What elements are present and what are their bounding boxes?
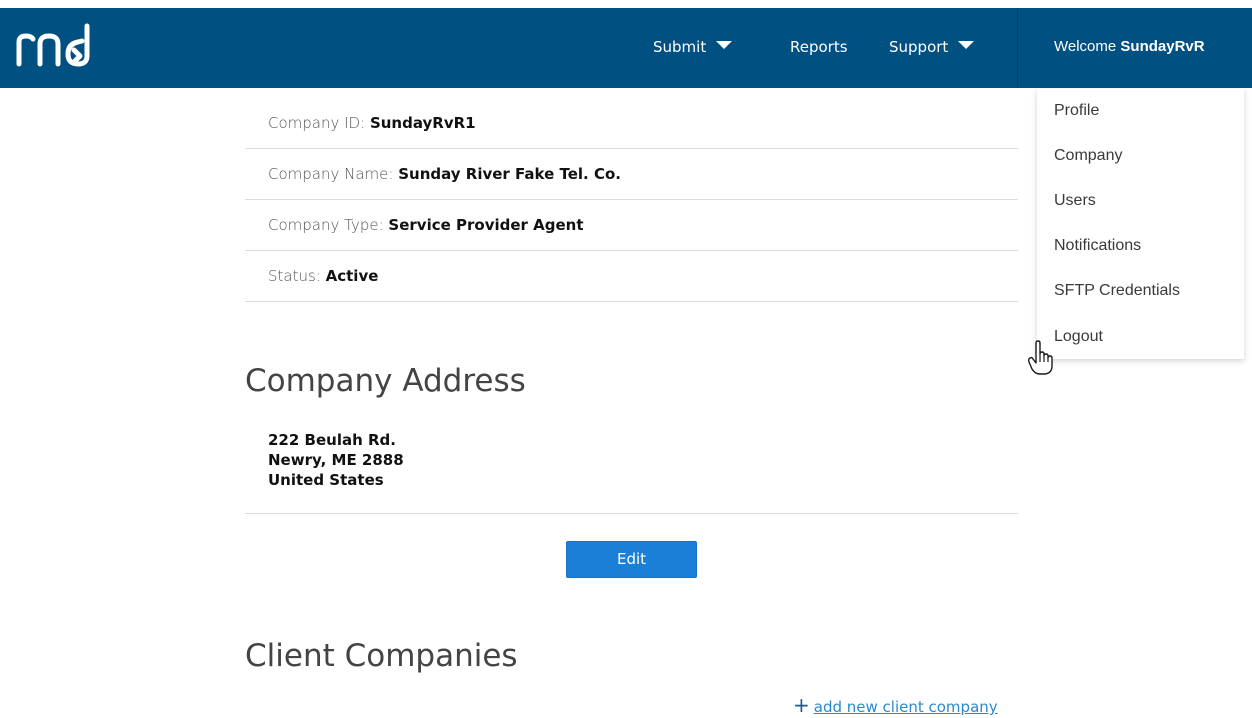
- menu-item-profile[interactable]: Profile: [1054, 100, 1099, 122]
- company-id-value: SundayRvR1: [369, 114, 476, 132]
- nav-reports[interactable]: Reports: [790, 36, 848, 58]
- plus-icon: +: [793, 693, 810, 717]
- hand-pointer-cursor-icon: [1027, 340, 1053, 375]
- user-dropdown-menu: Profile Company Users Notifications SFTP…: [1037, 89, 1244, 359]
- company-type-value: Service Provider Agent: [388, 216, 584, 234]
- status-label: Status:: [268, 267, 321, 285]
- client-companies-heading: Client Companies: [245, 638, 518, 674]
- menu-item-company[interactable]: Company: [1054, 145, 1122, 167]
- nav-reports-label: Reports: [790, 38, 848, 56]
- add-client-company-label: add new client company: [813, 698, 998, 716]
- company-address: 222 Beulah Rd. Newry, ME 2888 United Sta…: [268, 430, 404, 490]
- company-id-label: Company ID:: [268, 114, 366, 132]
- top-edge-strip: [0, 0, 1252, 8]
- menu-item-logout[interactable]: Logout: [1054, 326, 1103, 348]
- address-line-1: 222 Beulah Rd.: [268, 431, 396, 449]
- company-address-heading: Company Address: [245, 363, 526, 399]
- status-value: Active: [325, 267, 379, 285]
- company-type-row: Company Type: Service Provider Agent: [245, 200, 1018, 251]
- address-divider: [245, 513, 1018, 514]
- caret-down-icon: [958, 41, 975, 49]
- nav-support-label: Support: [889, 38, 949, 56]
- edit-button[interactable]: Edit: [566, 541, 697, 578]
- nav-support[interactable]: Support: [889, 36, 975, 58]
- company-type-label: Company Type:: [268, 216, 384, 234]
- menu-item-users[interactable]: Users: [1054, 190, 1096, 212]
- caret-down-icon: [716, 41, 733, 49]
- nav-submit-label: Submit: [653, 38, 707, 56]
- company-id-row: Company ID: SundayRvR1: [245, 98, 1018, 149]
- nav-divider: [1017, 8, 1018, 88]
- company-name-row: Company Name: Sunday River Fake Tel. Co.: [245, 149, 1018, 200]
- menu-item-notifications[interactable]: Notifications: [1054, 235, 1141, 257]
- welcome-text: Welcome: [1054, 38, 1117, 55]
- company-name-label: Company Name:: [268, 165, 394, 183]
- add-client-company-link[interactable]: + add new client company: [793, 694, 998, 716]
- address-line-2: Newry, ME 2888: [268, 451, 404, 469]
- menu-item-sftp-credentials[interactable]: SFTP Credentials: [1054, 280, 1180, 302]
- company-name-value: Sunday River Fake Tel. Co.: [398, 165, 621, 183]
- username: SundayRvR: [1120, 38, 1205, 55]
- user-menu-toggle[interactable]: Welcome SundayRvR: [1054, 36, 1205, 58]
- address-line-3: United States: [268, 471, 384, 489]
- status-row: Status: Active: [245, 251, 1018, 302]
- nav-submit[interactable]: Submit: [653, 36, 733, 58]
- rnd-logo-icon[interactable]: [14, 20, 98, 70]
